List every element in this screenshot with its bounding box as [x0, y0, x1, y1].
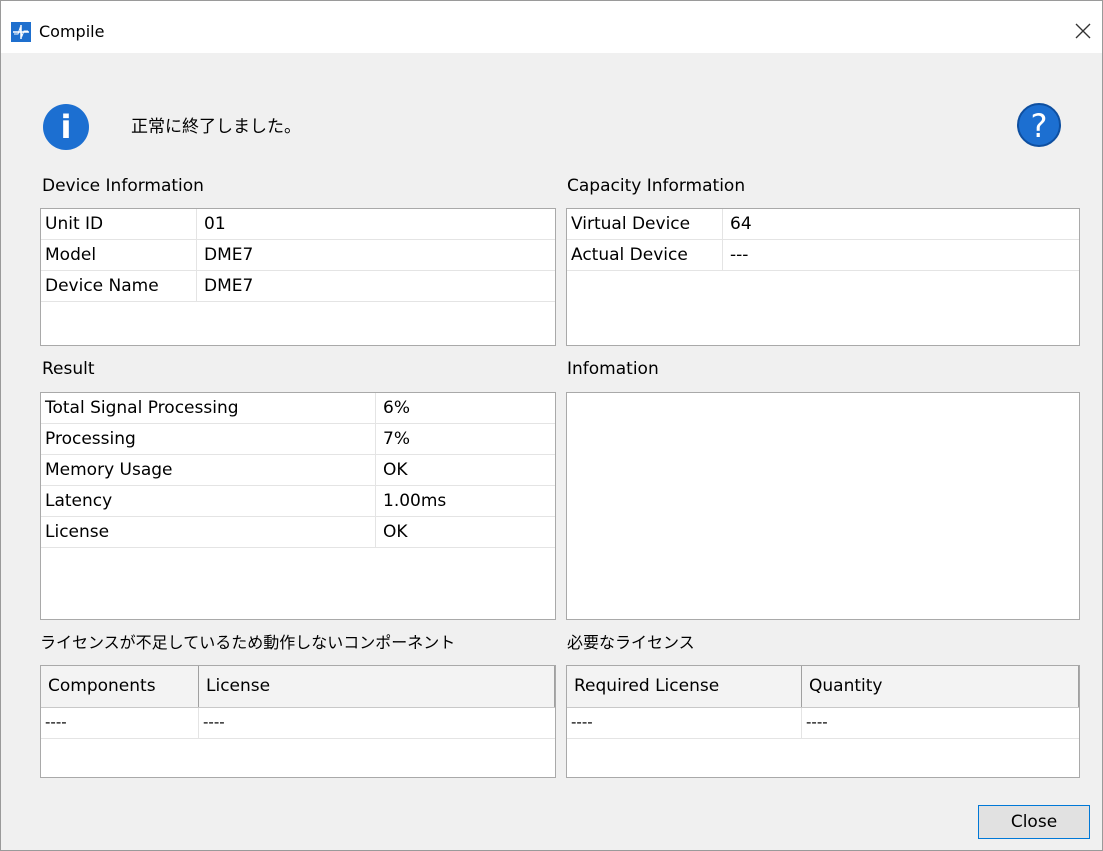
table-cell: ---- — [567, 708, 802, 738]
table-row: Memory Usage OK — [41, 455, 555, 486]
info-icon: i — [43, 104, 89, 150]
row-value: 7% — [383, 429, 410, 449]
row-key: Latency — [41, 486, 376, 516]
table-cell: ---- — [41, 708, 199, 738]
row-value: --- — [730, 245, 749, 265]
status-message: 正常に終了しました。 — [131, 117, 301, 137]
unlicensed-components-table[interactable]: Components License ---- ---- — [40, 665, 556, 778]
table-cell: ---- — [806, 713, 828, 731]
compile-dialog: Compile i 正常に終了しました。 ? Device Informatio… — [0, 0, 1103, 851]
row-value: DME7 — [204, 276, 254, 296]
table-row: Model DME7 — [41, 240, 555, 271]
row-key: Memory Usage — [41, 455, 376, 485]
capacity-information-label: Capacity Information — [567, 176, 746, 196]
infomation-label: Infomation — [567, 359, 659, 379]
row-value: 1.00ms — [383, 491, 447, 511]
required-licenses-table[interactable]: Required License Quantity ---- ---- — [566, 665, 1080, 778]
table-cell: ---- — [203, 713, 225, 731]
row-value: OK — [383, 460, 408, 480]
table-row: License OK — [41, 517, 555, 548]
row-key: Total Signal Processing — [41, 393, 376, 423]
close-button[interactable]: Close — [978, 805, 1090, 839]
result-table[interactable]: Total Signal Processing 6% Processing 7%… — [40, 392, 556, 620]
column-header-components[interactable]: Components — [41, 666, 199, 707]
app-logo-icon — [11, 22, 31, 42]
row-key: Actual Device — [567, 240, 723, 270]
table-row: Device Name DME7 — [41, 271, 555, 302]
row-value: 01 — [204, 214, 226, 234]
row-key: Model — [41, 240, 197, 270]
window-close-icon[interactable] — [1071, 19, 1095, 43]
title-bar: Compile — [1, 1, 1102, 53]
table-row: Processing 7% — [41, 424, 555, 455]
column-header-required-license[interactable]: Required License — [567, 666, 802, 707]
row-value: DME7 — [204, 245, 254, 265]
unlicensed-components-label: ライセンスが不足しているため動作しないコンポーネント — [40, 633, 456, 652]
column-header-license[interactable]: License — [199, 666, 555, 707]
column-header-quantity[interactable]: Quantity — [802, 666, 1079, 707]
result-label: Result — [42, 359, 95, 379]
row-key: License — [41, 517, 376, 547]
table-row: Actual Device --- — [567, 240, 1079, 271]
window-title: Compile — [39, 22, 105, 41]
row-value: 64 — [730, 214, 752, 234]
table-row[interactable]: ---- ---- — [567, 708, 1079, 739]
table-row[interactable]: ---- ---- — [41, 708, 555, 739]
table-row: Virtual Device 64 — [567, 209, 1079, 240]
row-key: Processing — [41, 424, 376, 454]
table-header: Components License — [41, 666, 555, 708]
help-icon[interactable]: ? — [1017, 103, 1061, 147]
required-licenses-label: 必要なライセンス — [567, 633, 695, 652]
row-value: 6% — [383, 398, 410, 418]
table-row: Unit ID 01 — [41, 209, 555, 240]
capacity-information-table[interactable]: Virtual Device 64 Actual Device --- — [566, 208, 1080, 346]
table-header: Required License Quantity — [567, 666, 1079, 708]
infomation-panel[interactable] — [566, 392, 1080, 620]
table-row: Latency 1.00ms — [41, 486, 555, 517]
row-key: Virtual Device — [567, 209, 723, 239]
device-information-label: Device Information — [42, 176, 204, 196]
row-value: OK — [383, 522, 408, 542]
device-information-table[interactable]: Unit ID 01 Model DME7 Device Name DME7 — [40, 208, 556, 346]
table-row: Total Signal Processing 6% — [41, 393, 555, 424]
row-key: Unit ID — [41, 209, 197, 239]
row-key: Device Name — [41, 271, 197, 301]
